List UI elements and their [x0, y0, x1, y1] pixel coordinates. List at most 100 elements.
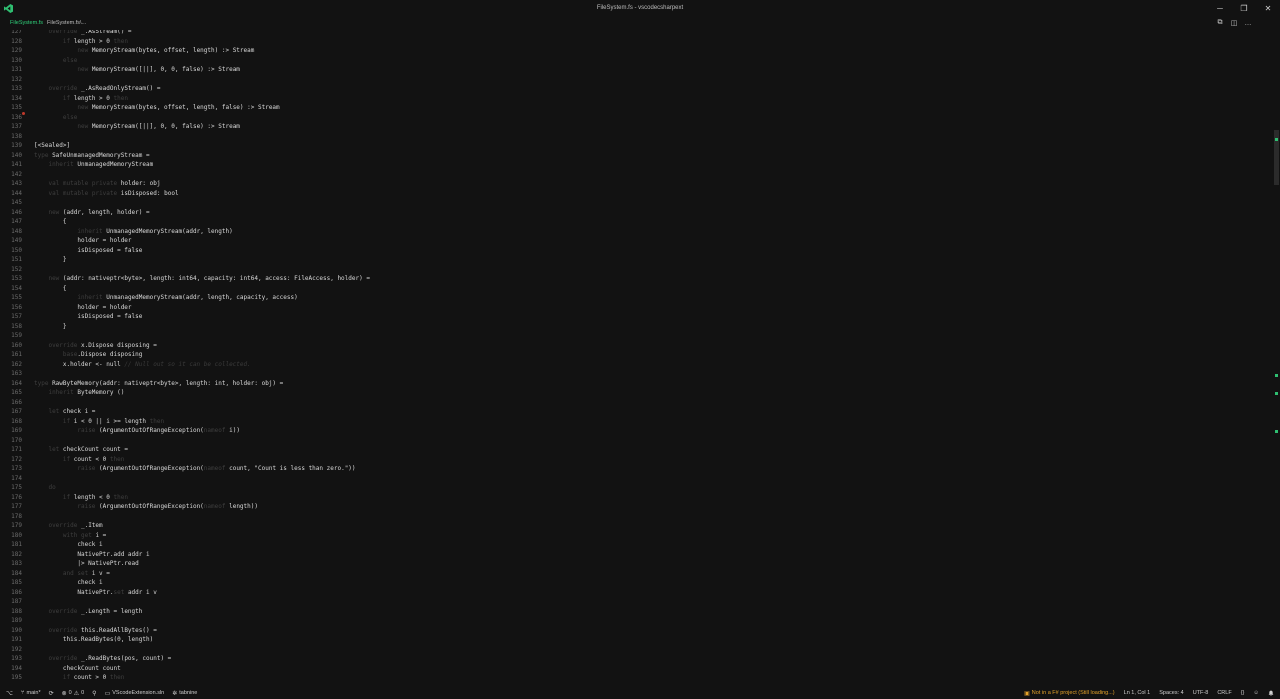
indentation[interactable]: Spaces: 4 — [1159, 690, 1183, 696]
code-line[interactable]: 137 new MemoryStream([||], 0, 0, false) … — [0, 122, 1270, 132]
vscode-icon[interactable] — [0, 0, 16, 16]
line-number[interactable]: 156 — [0, 303, 22, 313]
open-changes-icon[interactable]: ⧉ — [1216, 19, 1224, 27]
code-line[interactable]: 148 inherit UnmanagedMemoryStream(addr, … — [0, 227, 1270, 237]
code-line[interactable]: 132 — [0, 75, 1270, 85]
line-number[interactable]: 131 — [0, 65, 22, 75]
code-line[interactable]: 180 with get i = — [0, 531, 1270, 541]
line-number[interactable]: 168 — [0, 417, 22, 427]
line-number[interactable]: 180 — [0, 531, 22, 541]
line-number[interactable]: 181 — [0, 540, 22, 550]
breakpoint-marker[interactable] — [22, 112, 25, 115]
line-number[interactable]: 174 — [0, 474, 22, 484]
line-number[interactable]: 161 — [0, 350, 22, 360]
code-line[interactable]: 156 holder = holder — [0, 303, 1270, 313]
code-line[interactable]: 136 else — [0, 113, 1270, 123]
minimize-button[interactable]: ─ — [1208, 0, 1232, 16]
code-line[interactable]: 174 — [0, 474, 1270, 484]
line-number[interactable]: 137 — [0, 122, 22, 132]
line-number[interactable]: 186 — [0, 588, 22, 598]
line-number[interactable]: 146 — [0, 208, 22, 218]
line-number[interactable]: 149 — [0, 236, 22, 246]
code-line[interactable]: 181 check i — [0, 540, 1270, 550]
remote-indicator[interactable]: ⌥ — [6, 690, 13, 697]
line-number[interactable]: 189 — [0, 616, 22, 626]
code-line[interactable]: 167 let check i = — [0, 407, 1270, 417]
code-line[interactable]: 186 NativePtr.set addr i v — [0, 588, 1270, 598]
line-number[interactable]: 133 — [0, 84, 22, 94]
feedback-icon[interactable]: ☺ — [1253, 690, 1259, 696]
code-line[interactable]: 165 inherit ByteMemory () — [0, 388, 1270, 398]
breadcrumb[interactable]: FileSystem.fs\... — [47, 16, 86, 30]
code-line[interactable]: 157 isDisposed = false — [0, 312, 1270, 322]
line-number[interactable]: 148 — [0, 227, 22, 237]
code-line[interactable]: 133 override _.AsReadOnlyStream() = — [0, 84, 1270, 94]
code-line[interactable]: 179 override _.Item — [0, 521, 1270, 531]
line-number[interactable]: 177 — [0, 502, 22, 512]
code-line[interactable]: 138 — [0, 132, 1270, 142]
tabnine-indicator[interactable]: ✲ tabnine — [172, 690, 197, 697]
code-line[interactable]: 155 inherit UnmanagedMemoryStream(addr, … — [0, 293, 1270, 303]
code-line[interactable]: 141 inherit UnmanagedMemoryStream — [0, 160, 1270, 170]
code-line[interactable]: 128 if length > 0 then — [0, 37, 1270, 47]
code-line[interactable]: 164 type RawByteMemory(addr: nativeptr<by… — [0, 379, 1270, 389]
code-line[interactable]: 129 new MemoryStream(bytes, offset, leng… — [0, 46, 1270, 56]
code-line[interactable]: 168 if i < 0 || i >= length then — [0, 417, 1270, 427]
language-mode-icon[interactable]: {} — [1241, 690, 1245, 696]
code-line[interactable]: 140 type SafeUnmanagedMemoryStream = — [0, 151, 1270, 161]
bell-icon[interactable] — [1268, 690, 1274, 696]
code-line[interactable]: 185 check i — [0, 578, 1270, 588]
line-number[interactable]: 145 — [0, 198, 22, 208]
line-number[interactable]: 152 — [0, 265, 22, 275]
code-line[interactable]: 130 else — [0, 56, 1270, 66]
cursor-position[interactable]: Ln 1, Col 1 — [1124, 690, 1151, 696]
code-line[interactable]: 176 if length < 0 then — [0, 493, 1270, 503]
code-line[interactable]: 149 holder = holder — [0, 236, 1270, 246]
code-line[interactable]: 178 — [0, 512, 1270, 522]
line-number[interactable]: 171 — [0, 445, 22, 455]
line-number[interactable]: 143 — [0, 179, 22, 189]
tab-filesystem-fs[interactable]: FileSystem.fs — [0, 16, 47, 30]
more-actions-icon[interactable]: … — [1244, 19, 1252, 27]
code-line[interactable]: 182 NativePtr.add addr i — [0, 550, 1270, 560]
line-number[interactable]: 129 — [0, 46, 22, 56]
code-line[interactable]: 142 — [0, 170, 1270, 180]
line-number[interactable]: 194 — [0, 664, 22, 674]
code-line[interactable]: 187 — [0, 597, 1270, 607]
code-line[interactable]: 139 [<Sealed>] — [0, 141, 1270, 151]
code-line[interactable]: 173 raise (ArgumentOutOfRangeException(n… — [0, 464, 1270, 474]
line-number[interactable]: 158 — [0, 322, 22, 332]
line-number[interactable]: 172 — [0, 455, 22, 465]
code-line[interactable]: 162 x.holder <- null // Null out so it c… — [0, 360, 1270, 370]
line-number[interactable]: 179 — [0, 521, 22, 531]
line-number[interactable]: 187 — [0, 597, 22, 607]
line-number[interactable]: 184 — [0, 569, 22, 579]
code-line[interactable]: 144 val mutable private isDisposed: bool — [0, 189, 1270, 199]
debug-indicator[interactable]: ⚲ — [92, 690, 96, 697]
line-number[interactable]: 192 — [0, 645, 22, 655]
code-line[interactable]: 145 — [0, 198, 1270, 208]
line-number[interactable]: 164 — [0, 379, 22, 389]
code-line[interactable]: 143 val mutable private holder: obj — [0, 179, 1270, 189]
code-line[interactable]: 189 — [0, 616, 1270, 626]
line-number[interactable]: 151 — [0, 255, 22, 265]
code-line[interactable]: 146 new (addr, length, holder) = — [0, 208, 1270, 218]
line-number[interactable]: 150 — [0, 246, 22, 256]
code-line[interactable]: 131 new MemoryStream([||], 0, 0, false) … — [0, 65, 1270, 75]
fsharp-project-status[interactable]: ▣ Not in a F# project (Still loading...) — [1024, 690, 1115, 697]
code-line[interactable]: 160 override x.Dispose disposing = — [0, 341, 1270, 351]
solution-indicator[interactable]: ▭ VScodeExtension.sln — [105, 690, 165, 697]
line-number[interactable]: 154 — [0, 284, 22, 294]
problems-indicator[interactable]: ⊗ 0 ⚠ 0 — [62, 690, 85, 697]
code-line[interactable]: 184 and set i v = — [0, 569, 1270, 579]
code-line[interactable]: 154 { — [0, 284, 1270, 294]
code-line[interactable]: 188 override _.Length = length — [0, 607, 1270, 617]
line-number[interactable]: 176 — [0, 493, 22, 503]
code-line[interactable]: 195 if count > 0 then — [0, 673, 1270, 683]
code-line[interactable]: 177 raise (ArgumentOutOfRangeException(n… — [0, 502, 1270, 512]
line-number[interactable]: 138 — [0, 132, 22, 142]
line-number[interactable]: 167 — [0, 407, 22, 417]
editor-scrollbar[interactable] — [1272, 30, 1280, 687]
branch-indicator[interactable]: ⑂ main* — [21, 690, 41, 696]
line-number[interactable]: 163 — [0, 369, 22, 379]
